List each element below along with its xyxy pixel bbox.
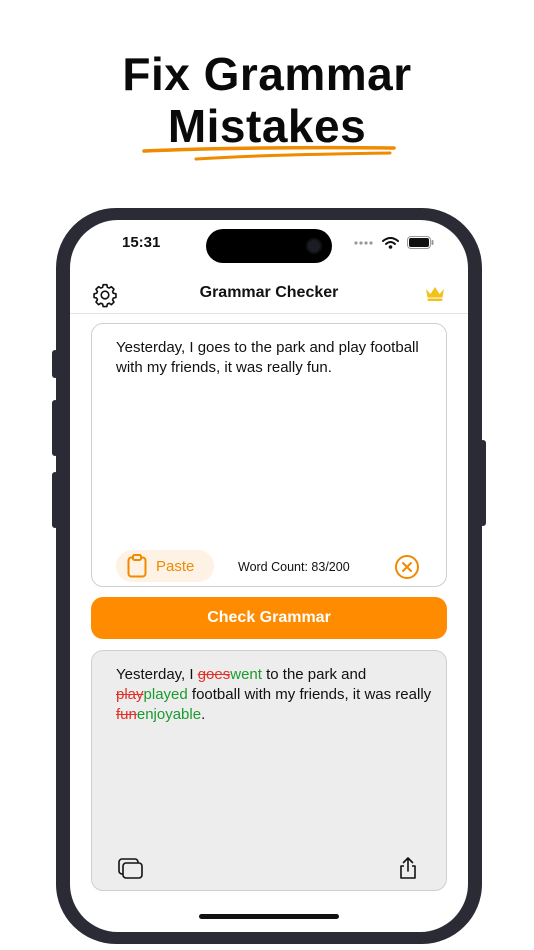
crown-icon[interactable] xyxy=(424,284,446,302)
paste-button[interactable]: Paste xyxy=(116,550,214,582)
paste-label: Paste xyxy=(156,557,195,575)
phone-screen: 15:31 Grammar Checker Yesterday, I goes … xyxy=(70,220,468,932)
phone-action-button xyxy=(52,350,58,378)
promo-headline: Fix Grammar Mistakes xyxy=(0,48,534,152)
headline-line-1: Fix Grammar xyxy=(122,48,412,100)
wifi-icon xyxy=(382,236,399,249)
nav-bar: Grammar Checker xyxy=(70,278,468,314)
result-insertion: played xyxy=(143,686,188,703)
copy-icon[interactable] xyxy=(118,858,144,880)
headline-underline xyxy=(142,145,396,161)
clear-icon[interactable] xyxy=(394,554,420,580)
result-insertion: went xyxy=(230,666,262,683)
input-text[interactable]: Yesterday, I goes to the park and play f… xyxy=(116,338,432,378)
result-plain-segment: to the park and xyxy=(261,666,367,683)
check-grammar-button[interactable]: Check Grammar xyxy=(91,597,447,639)
status-time: 15:31 xyxy=(122,234,161,251)
phone-volume-up-button xyxy=(52,400,58,456)
phone-volume-down-button xyxy=(52,472,58,528)
result-deletion: fun xyxy=(116,706,137,723)
status-icons xyxy=(354,236,434,249)
result-plain-segment: football with my friends, it was really xyxy=(187,686,432,703)
front-camera xyxy=(306,238,322,254)
phone-power-button xyxy=(480,440,486,526)
signal-dots-icon xyxy=(354,240,373,245)
dynamic-island xyxy=(206,229,332,263)
input-text-box[interactable]: Yesterday, I goes to the park and play f… xyxy=(91,323,447,587)
result-deletion: goes xyxy=(197,666,231,683)
result-deletion: play xyxy=(116,686,144,703)
clipboard-icon xyxy=(127,554,147,578)
result-insertion: enjoyable xyxy=(136,706,202,723)
home-indicator xyxy=(199,914,339,919)
result-plain-segment: Yesterday, I xyxy=(116,666,198,683)
result-plain-segment: . xyxy=(201,706,206,723)
battery-icon xyxy=(407,236,434,249)
result-box: Yesterday, I goeswent to the park and pl… xyxy=(91,650,447,891)
word-count: Word Count: 83/200 xyxy=(238,560,350,574)
page-title: Grammar Checker xyxy=(199,284,339,301)
share-icon[interactable] xyxy=(398,856,418,880)
result-text: Yesterday, I goeswent to the park and pl… xyxy=(116,665,432,725)
